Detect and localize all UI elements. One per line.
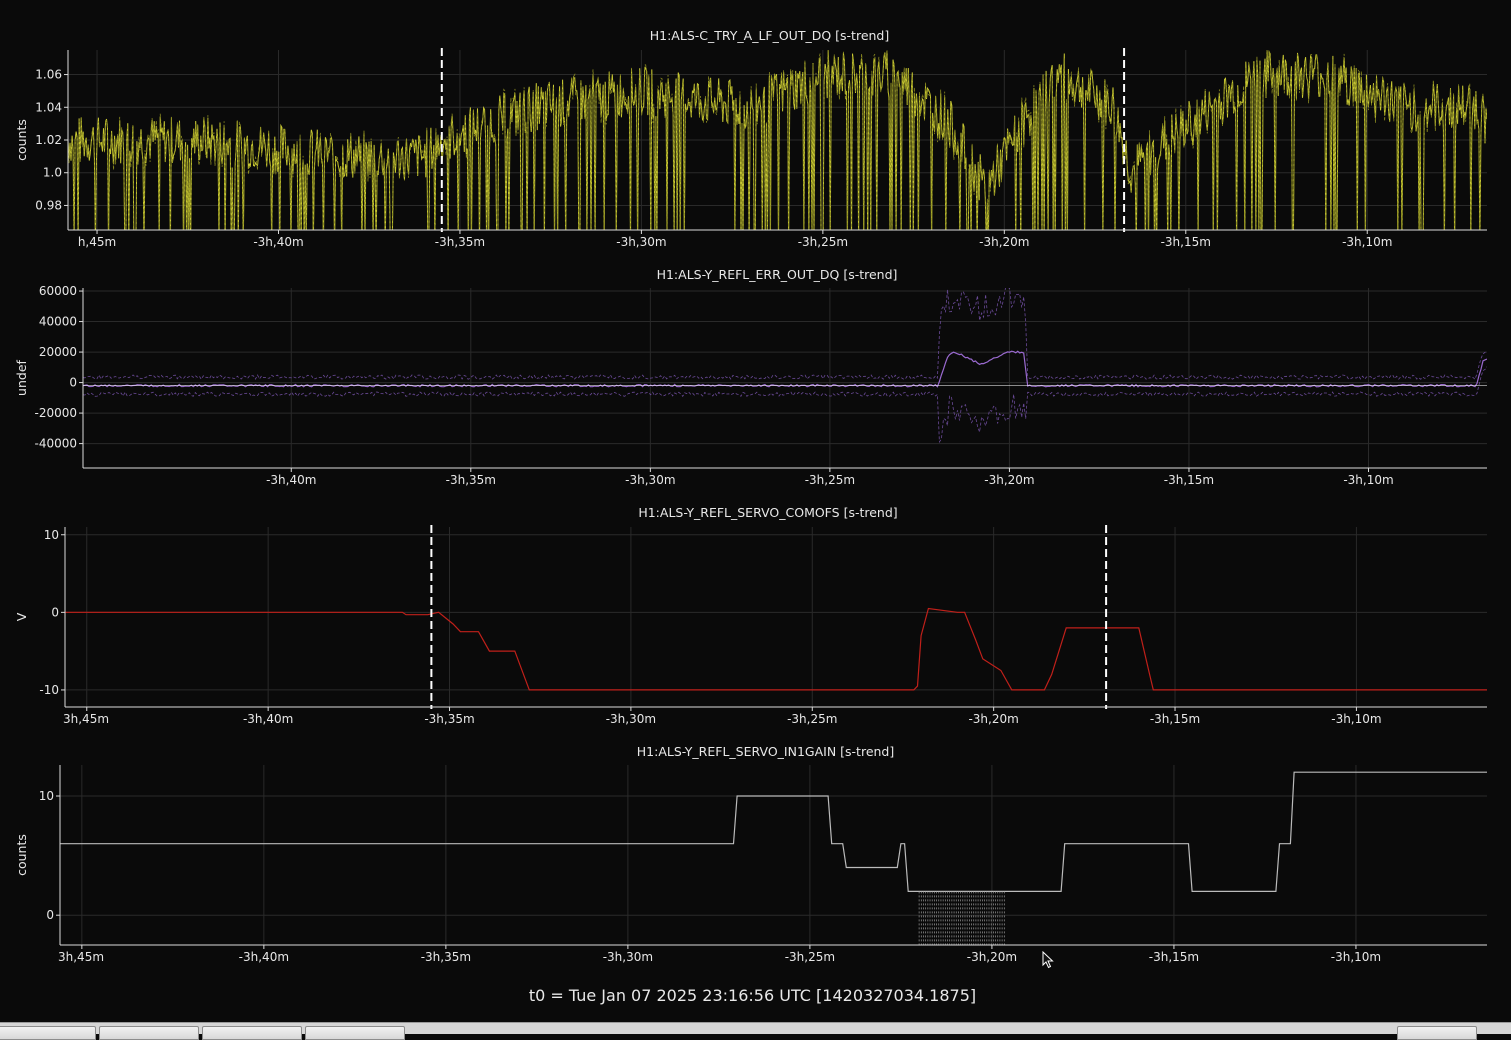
x-tick-label: -3h,40m: [253, 235, 303, 249]
data-layer: [65, 607, 1487, 691]
y-tick-label: 10: [39, 789, 54, 803]
tab-1[interactable]: [0, 1026, 96, 1040]
y-axis-label: counts: [14, 119, 29, 161]
plots-canvas[interactable]: 0.98 1.0 1.02 1.04 1.06 h,45m -3h,40m -3h,35m -3…: [0, 0, 1511, 985]
y-tick-label: 1.0: [43, 166, 62, 180]
chart-3: -10 0 10 3h,45m -3h,40m -3h,35m -3h,30m -3h,25m…: [14, 505, 1487, 726]
x-tick-label: 3h,45m: [58, 950, 104, 964]
x-tick-label: -3h,10m: [1343, 473, 1393, 487]
y-axis-label: undef: [14, 359, 29, 395]
tab-4[interactable]: [305, 1026, 405, 1040]
x-tick-label: h,45m: [78, 235, 116, 249]
x-tick-label: -3h,35m: [424, 712, 474, 726]
x-tick-label: -3h,30m: [603, 950, 653, 964]
mouse-cursor-icon: [1042, 951, 1054, 969]
y-tick-label: -20000: [34, 406, 77, 420]
tab-2[interactable]: [99, 1026, 199, 1040]
x-tick-label: -3h,25m: [798, 235, 848, 249]
x-tick-label: -3h,35m: [435, 235, 485, 249]
x-tick-label: -3h,35m: [421, 950, 471, 964]
x-tick-label: -3h,40m: [266, 473, 316, 487]
y-axis-label: V: [14, 612, 29, 621]
x-tick-label: -3h,20m: [979, 235, 1029, 249]
x-tick-label: -3h,10m: [1342, 235, 1392, 249]
x-tick-label: -3h,25m: [805, 473, 855, 487]
series-line: [60, 771, 1487, 893]
y-tick-label: 10: [44, 528, 59, 542]
x-tick-label: -3h,20m: [984, 473, 1034, 487]
y-tick-label: 20000: [39, 345, 77, 359]
y-tick-label: 1.02: [35, 133, 62, 147]
y-tick-label: 1.04: [35, 100, 62, 114]
y-axis-label: counts: [14, 834, 29, 876]
x-tick-label: -3h,10m: [1331, 950, 1381, 964]
chart-1: 0.98 1.0 1.02 1.04 1.06 h,45m -3h,40m -3h,35m -3…: [14, 28, 1487, 249]
x-tick-label: -3h,25m: [787, 712, 837, 726]
chart-title: H1:ALS-Y_REFL_SERVO_COMOFS [s-trend]: [638, 505, 897, 520]
chart-title: H1:ALS-C_TRY_A_LF_OUT_DQ [s-trend]: [650, 28, 890, 43]
x-tick-label: -3h,20m: [967, 950, 1017, 964]
chart-4: 0 10 3h,45m -3h,40m -3h,35m -3h,30m -3h,25m -3h…: [14, 744, 1487, 964]
chart-title: H1:ALS-Y_REFL_SERVO_IN1GAIN [s-trend]: [637, 744, 895, 759]
data-layer: [83, 288, 1487, 444]
y-tick-label: 40000: [39, 315, 77, 329]
y-tick-label: -10: [39, 683, 59, 697]
x-tick-label: -3h,30m: [616, 235, 666, 249]
x-tick-label: -3h,20m: [968, 712, 1018, 726]
y-tick-label: -40000: [34, 437, 77, 451]
series-max-envelope: [83, 288, 1487, 380]
y-tick-label: 1.06: [35, 68, 62, 82]
x-tick-label: -3h,40m: [239, 950, 289, 964]
x-tick-label: -3h,15m: [1161, 235, 1211, 249]
chart-title: H1:ALS-Y_REFL_ERR_OUT_DQ [s-trend]: [657, 267, 898, 282]
x-tick-label: -3h,40m: [243, 712, 293, 726]
t0-label: t0 = Tue Jan 07 2025 23:16:56 UTC [14203…: [528, 986, 977, 1005]
y-tick-label: 60000: [39, 284, 77, 298]
y-tick-label: 0: [46, 908, 54, 922]
x-tick-label: -3h,15m: [1149, 950, 1199, 964]
x-tick-label: -3h,10m: [1331, 712, 1381, 726]
bottom-tab-bar: [0, 1022, 1511, 1040]
x-tick-label: -3h,15m: [1150, 712, 1200, 726]
y-tick-label: 0.98: [35, 198, 62, 212]
x-tick-label: 3h,45m: [63, 712, 109, 726]
series-mean-line: [83, 350, 1487, 388]
x-tick-label: -3h,30m: [606, 712, 656, 726]
tab-5[interactable]: [1397, 1026, 1477, 1040]
x-tick-label: -3h,30m: [625, 473, 675, 487]
x-tick-label: -3h,25m: [785, 950, 835, 964]
x-tick-label: -3h,35m: [446, 473, 496, 487]
data-layer: [60, 771, 1487, 945]
x-tick-label: -3h,15m: [1164, 473, 1214, 487]
y-tick-label: 0: [51, 605, 59, 619]
series-min-envelope: [83, 366, 1487, 444]
tab-3[interactable]: [202, 1026, 302, 1040]
series-line: [65, 607, 1487, 691]
data-layer: [68, 50, 1487, 230]
y-tick-label: 0: [69, 376, 77, 390]
chart-2: -40000 -20000 0 20000 40000 60000 -3h,40m -3h,3…: [14, 267, 1487, 487]
